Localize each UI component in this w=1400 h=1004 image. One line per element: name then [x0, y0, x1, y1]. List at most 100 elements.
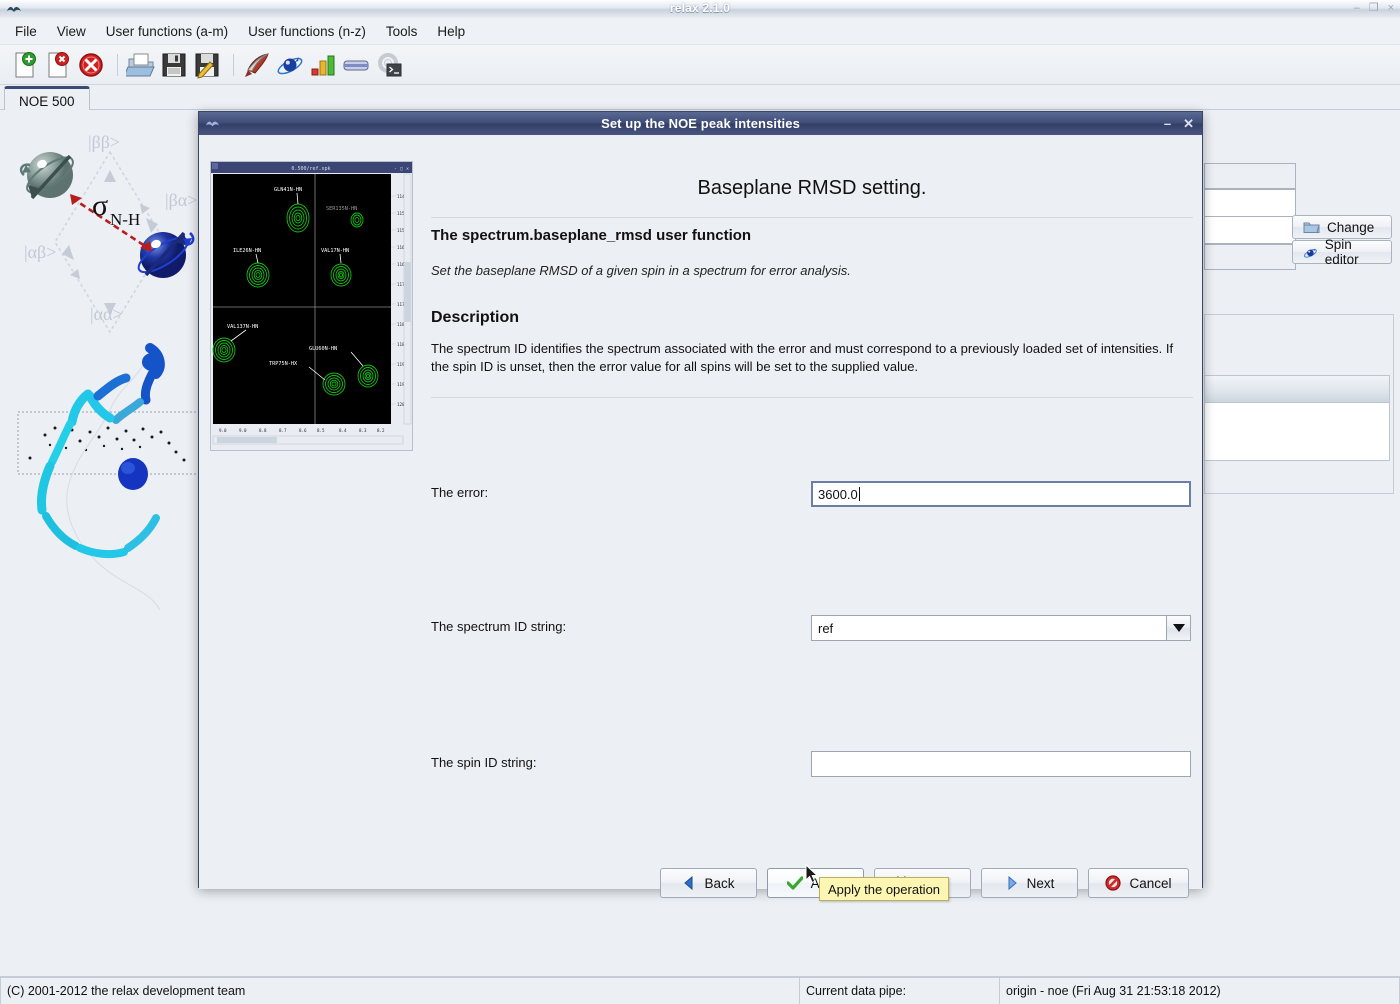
window-minimize-button[interactable]: – — [1354, 2, 1360, 14]
analysis-tabstrip: NOE 500 — [0, 86, 1400, 110]
svg-text:σ: σ — [92, 189, 108, 222]
function-title: The spectrum.baseplane_rmsd user functio… — [431, 227, 751, 244]
svg-text:|ββ>: |ββ> — [88, 132, 120, 152]
spectrum-thumbnail: 0.500/ref.xpk - □ ✕ — [210, 161, 413, 451]
results-directory-field[interactable] — [1204, 216, 1296, 244]
peak-list-body — [1204, 403, 1390, 461]
svg-text:8.3: 8.3 — [359, 428, 367, 433]
close-analysis-icon[interactable] — [43, 50, 73, 80]
mouse-cursor — [805, 864, 818, 884]
user-function-dialog: Set up the NOE peak intensities – ✕ 0.50… — [198, 111, 1203, 888]
apply-tooltip-text: Apply the operation — [828, 882, 940, 897]
spin-id-input[interactable] — [811, 751, 1191, 777]
analysis-name-field[interactable] — [1204, 163, 1296, 189]
pipe-editor-icon[interactable] — [341, 50, 371, 80]
field-row-spectrum-id: The spectrum ID string: ref — [431, 615, 1193, 641]
prompt-gear-icon[interactable] — [374, 50, 404, 80]
error-input[interactable]: 3600.0 — [811, 481, 1191, 507]
back-button[interactable]: Back — [660, 868, 757, 898]
window-controls: – ❐ × — [1354, 2, 1394, 14]
protein-structure-graphic — [0, 340, 220, 630]
green-check-icon — [787, 876, 803, 890]
red-prohibited-icon — [1105, 875, 1121, 891]
chevron-down-icon[interactable] — [1166, 616, 1190, 640]
svg-text:8.2: 8.2 — [377, 428, 385, 433]
text-caret — [859, 487, 860, 501]
heading-divider — [431, 217, 1193, 218]
toolbar — [0, 45, 1400, 85]
cancel-button-label: Cancel — [1129, 876, 1171, 891]
structure-file-field[interactable] — [1204, 244, 1296, 270]
field-row-error: The error: 3600.0 — [431, 481, 1193, 507]
window-title: relax 2.1.0 — [0, 1, 1400, 15]
nmr-spectrum-plot: 0.500/ref.xpk - □ ✕ — [211, 162, 412, 450]
change-button[interactable]: Change — [1292, 215, 1392, 239]
svg-text:8.7: 8.7 — [279, 428, 287, 433]
save-floppy-icon[interactable] — [159, 50, 189, 80]
dialog-button-row: Back Apply Skip — [199, 868, 1202, 910]
cancel-button[interactable]: Cancel — [1088, 868, 1189, 898]
svg-text:8.5: 8.5 — [317, 428, 325, 433]
new-analysis-icon[interactable] — [10, 50, 40, 80]
peak-label-val17: VAL17N-HN — [321, 248, 349, 254]
spin-viewer-icon — [1303, 245, 1318, 260]
back-button-label: Back — [704, 876, 734, 891]
menu-user-functions-nz[interactable]: User functions (n-z) — [239, 21, 375, 42]
svg-text:- □ ✕: - □ ✕ — [394, 166, 409, 172]
svg-text:|βα>: |βα> — [165, 190, 197, 210]
next-button-label: Next — [1027, 876, 1055, 891]
spin-editor-button[interactable]: Spin editor — [1292, 240, 1392, 264]
svg-text:0.500/ref.xpk: 0.500/ref.xpk — [291, 166, 330, 172]
rocket-icon[interactable] — [242, 50, 272, 80]
dialog-titlebar: Set up the NOE peak intensities – ✕ — [199, 112, 1202, 135]
peak-list-header — [1204, 375, 1390, 403]
open-folder-icon[interactable] — [126, 50, 156, 80]
spectrum-id-value: ref — [812, 621, 1166, 636]
close-all-analyses-icon[interactable] — [76, 50, 106, 80]
window-maximize-button[interactable]: ❐ — [1369, 2, 1379, 14]
tab-noe-500[interactable]: NOE 500 — [4, 86, 90, 113]
results-bars-icon[interactable] — [308, 50, 338, 80]
dialog-body: 0.500/ref.xpk - □ ✕ — [199, 135, 1202, 889]
error-input-value: 3600.0 — [818, 487, 858, 502]
svg-text:9.0: 9.0 — [239, 428, 247, 433]
next-button[interactable]: Next — [981, 868, 1078, 898]
window-titlebar: relax 2.1.0 – ❐ × — [0, 0, 1400, 19]
relax-logo-icon — [205, 117, 220, 130]
menu-help[interactable]: Help — [428, 21, 474, 42]
spin-viewer-icon[interactable] — [275, 50, 305, 80]
peak-label-ser135: SER135N-HN — [326, 206, 357, 212]
description-divider — [431, 397, 1193, 398]
spectrum-id-combo[interactable]: ref — [811, 615, 1191, 641]
relax-main-window: relax 2.1.0 – ❐ × File View User functio… — [0, 0, 1400, 1004]
dialog-close-button[interactable]: ✕ — [1183, 116, 1194, 132]
svg-text:8.4: 8.4 — [339, 428, 347, 433]
spin-id-label: The spin ID string: — [431, 755, 537, 770]
left-triangle-icon — [682, 876, 696, 890]
menu-file[interactable]: File — [6, 21, 46, 42]
menu-view[interactable]: View — [48, 21, 95, 42]
toolbar-separator-1 — [117, 54, 118, 76]
apply-tooltip: Apply the operation — [819, 877, 949, 901]
change-button-label: Change — [1327, 220, 1374, 235]
right-triangle-icon — [1005, 876, 1019, 890]
dialog-window-controls: – ✕ — [1164, 112, 1194, 135]
description-heading: Description — [431, 309, 519, 327]
save-as-icon[interactable] — [192, 50, 222, 80]
statusbar-pipe-label: Current data pipe: — [800, 977, 1000, 1004]
peak-label-trp75: TRP75N-HX — [269, 361, 298, 367]
menu-tools[interactable]: Tools — [377, 21, 427, 42]
field-row-spin-id: The spin ID string: — [431, 751, 1193, 777]
menu-user-functions-am[interactable]: User functions (a-m) — [97, 21, 237, 42]
svg-text:9.0: 9.0 — [219, 428, 227, 433]
statusbar-copyright: (C) 2001-2012 the relax development team — [0, 977, 800, 1004]
peak-label-glu60: GLU60N-HN — [309, 346, 337, 352]
dialog-minimize-button[interactable]: – — [1164, 116, 1171, 131]
window-close-button[interactable]: × — [1388, 2, 1394, 14]
menubar: File View User functions (a-m) User func… — [0, 18, 1400, 45]
svg-text:8.8: 8.8 — [259, 428, 267, 433]
frequency-field[interactable] — [1204, 189, 1296, 217]
spin-editor-button-label: Spin editor — [1325, 237, 1381, 267]
svg-text:|αα>: |αα> — [90, 304, 123, 324]
dialog-title: Set up the NOE peak intensities — [601, 116, 800, 131]
